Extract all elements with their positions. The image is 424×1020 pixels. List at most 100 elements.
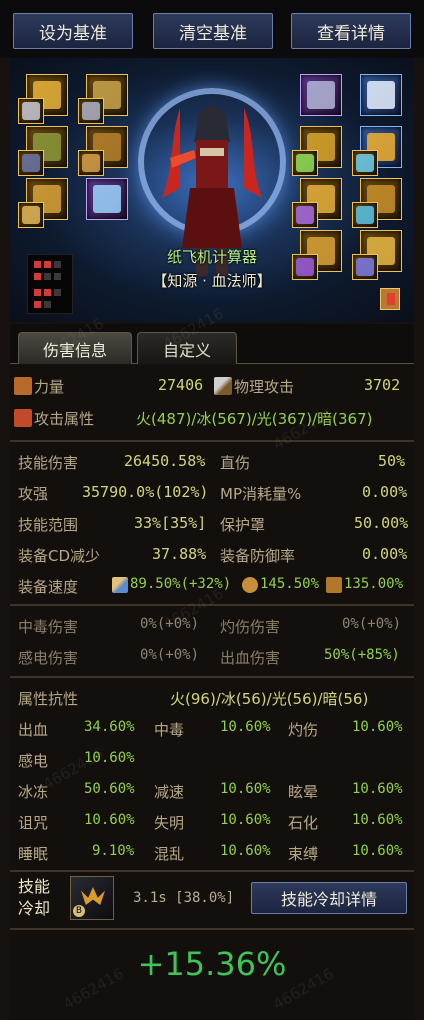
stat-label: 攻强 xyxy=(18,485,49,503)
resist-item-value: 10.60% xyxy=(220,719,271,735)
dot-value: 0%(+0%) xyxy=(342,616,402,632)
resist-item-value: 10.60% xyxy=(220,781,271,797)
stat-value: 35790.0%(102%) xyxy=(82,483,209,501)
divider xyxy=(10,676,414,678)
tab-custom[interactable]: 自定义 xyxy=(137,332,237,364)
resist-label: 属性抗性 xyxy=(18,690,79,708)
skill-cooldown-label: 技能 冷却 xyxy=(18,876,50,920)
equip-slot-aura[interactable] xyxy=(300,74,342,116)
stat-value: 26450.58% xyxy=(124,452,206,470)
view-details-button[interactable]: 查看详情 xyxy=(291,13,411,49)
stat-row: 装备CD减少 37.88% 装备防御率 0.00% xyxy=(10,541,414,569)
equip-slot-emblem-1[interactable] xyxy=(292,150,318,176)
dot-label: 中毒伤害 xyxy=(18,618,79,636)
stat-value: 0.00% xyxy=(362,545,408,563)
resist-value: 火(96)/冰(56)/光(56)/暗(56) xyxy=(170,690,369,708)
stat-row: 攻强 35790.0%(102%) MP消耗量% 0.00% xyxy=(10,479,414,507)
calculator-name: 纸飞机计算器 xyxy=(166,248,257,266)
primary-row-2: 攻击属性 火(487)/冰(567)/光(367)/暗(367) xyxy=(10,404,414,432)
resist-item-label: 诅咒 xyxy=(18,814,49,832)
equip-slot-avatar[interactable] xyxy=(78,150,104,176)
resist-item-value: 10.60% xyxy=(352,812,403,828)
equip-slot-title[interactable] xyxy=(18,98,44,124)
stat-value: 37.88% xyxy=(152,545,207,563)
stat-label: MP消耗量% xyxy=(220,485,302,503)
sword-icon xyxy=(214,377,232,395)
cast-speed-icon xyxy=(242,577,258,593)
skill-cooldown-time: 3.1s [38.0%] xyxy=(133,890,235,906)
clear-baseline-button[interactable]: 清空基准 xyxy=(153,13,273,49)
equip-slot-sub[interactable] xyxy=(78,98,104,124)
resist-item-value: 10.60% xyxy=(352,781,403,797)
resist-item-label: 眩晕 xyxy=(288,783,319,801)
resist-item-label: 石化 xyxy=(288,814,319,832)
resist-item-label: 束缚 xyxy=(288,845,319,863)
resist-header-row: 属性抗性 火(96)/冰(56)/光(56)/暗(56) xyxy=(10,684,414,712)
tab-damage-info[interactable]: 伤害信息 xyxy=(18,332,132,364)
cast-speed-value: 145.50% xyxy=(260,576,320,592)
equip-slot-emblem-4[interactable] xyxy=(352,202,378,228)
resist-item-value: 10.60% xyxy=(352,843,403,859)
resist-item-value: 34.60% xyxy=(84,719,135,735)
divider xyxy=(10,870,414,872)
strength-value: 27406 xyxy=(158,376,204,394)
skill-bat-icon[interactable]: B xyxy=(70,876,114,920)
divider xyxy=(10,928,414,930)
resist-row: 出血 34.60% 中毒 10.60% 灼伤 10.60% xyxy=(10,715,414,743)
equip-slot-emblem-2[interactable] xyxy=(352,150,378,176)
resist-item-value: 10.60% xyxy=(352,719,403,735)
attack-speed-icon xyxy=(112,577,128,593)
resist-item-label: 感电 xyxy=(18,752,49,770)
resist-item-value: 10.60% xyxy=(84,750,135,766)
equip-slot-pet[interactable] xyxy=(18,150,44,176)
set-baseline-button[interactable]: 设为基准 xyxy=(13,13,133,49)
resist-item-label: 减速 xyxy=(154,783,185,801)
resist-item-label: 睡眠 xyxy=(18,845,49,863)
phys-atk-value: 3702 xyxy=(364,376,401,394)
resist-item-value: 10.60% xyxy=(220,812,271,828)
attack-attr-value: 火(487)/冰(567)/光(367)/暗(367) xyxy=(136,410,373,428)
strength-label: 力量 xyxy=(34,378,65,396)
skill-label-line2: 冷却 xyxy=(18,899,51,918)
phys-atk-label: 物理攻击 xyxy=(234,378,295,396)
dot-label: 出血伤害 xyxy=(220,649,281,667)
resist-item-value: 50.60% xyxy=(84,781,135,797)
divider xyxy=(10,440,414,442)
book-icon[interactable] xyxy=(380,288,400,310)
resist-row: 冰冻 50.60% 减速 10.60% 眩晕 10.60% xyxy=(10,777,414,805)
equip-slot-creature[interactable] xyxy=(86,178,128,220)
damage-delta: +15.36% xyxy=(137,945,287,983)
stat-label: 直伤 xyxy=(220,454,251,472)
skill-cooldown-details-button[interactable]: 技能冷却详情 xyxy=(251,882,407,914)
resist-row: 感电 10.60% xyxy=(10,746,414,774)
equip-slot-ring-special[interactable] xyxy=(360,74,402,116)
equip-slot-emblem-3[interactable] xyxy=(292,202,318,228)
resist-row: 睡眠 9.10% 混乱 10.60% 束缚 10.60% xyxy=(10,839,414,867)
stat-label: 装备CD减少 xyxy=(18,547,101,565)
stat-value: 50% xyxy=(378,452,406,470)
resist-item-value: 10.60% xyxy=(84,812,135,828)
move-speed-icon xyxy=(326,577,342,593)
stat-value: 0.00% xyxy=(362,483,408,501)
dot-row: 中毒伤害 0%(+0%) 灼伤伤害 0%(+0%) xyxy=(10,612,414,640)
resist-item-label: 中毒 xyxy=(154,721,185,739)
element-icon xyxy=(14,409,32,427)
resist-row: 诅咒 10.60% 失明 10.60% 石化 10.60% xyxy=(10,808,414,836)
dot-label: 灼伤伤害 xyxy=(220,618,281,636)
dot-value: 50%(+85%) xyxy=(324,647,400,663)
speed-label: 装备速度 xyxy=(18,578,79,596)
resist-item-label: 混乱 xyxy=(154,845,185,863)
resist-item-label: 冰冻 xyxy=(18,783,49,801)
speed-row: 装备速度 89.50%(+32%) 145.50% 135.00% xyxy=(10,572,414,600)
divider xyxy=(10,604,414,606)
resist-item-value: 9.10% xyxy=(92,843,135,859)
resist-item-label: 灼伤 xyxy=(288,721,319,739)
attack-attr-label: 攻击属性 xyxy=(34,410,95,428)
equip-slot-shoes[interactable] xyxy=(18,202,44,228)
stat-label: 技能范围 xyxy=(18,516,79,534)
stat-label: 装备防御率 xyxy=(220,547,296,565)
stat-label: 保护罩 xyxy=(220,516,266,534)
primary-row-1: 力量 27406 物理攻击 3702 xyxy=(10,372,414,400)
stat-value: 33%[35%] xyxy=(134,514,207,532)
dot-value: 0%(+0%) xyxy=(140,647,200,663)
